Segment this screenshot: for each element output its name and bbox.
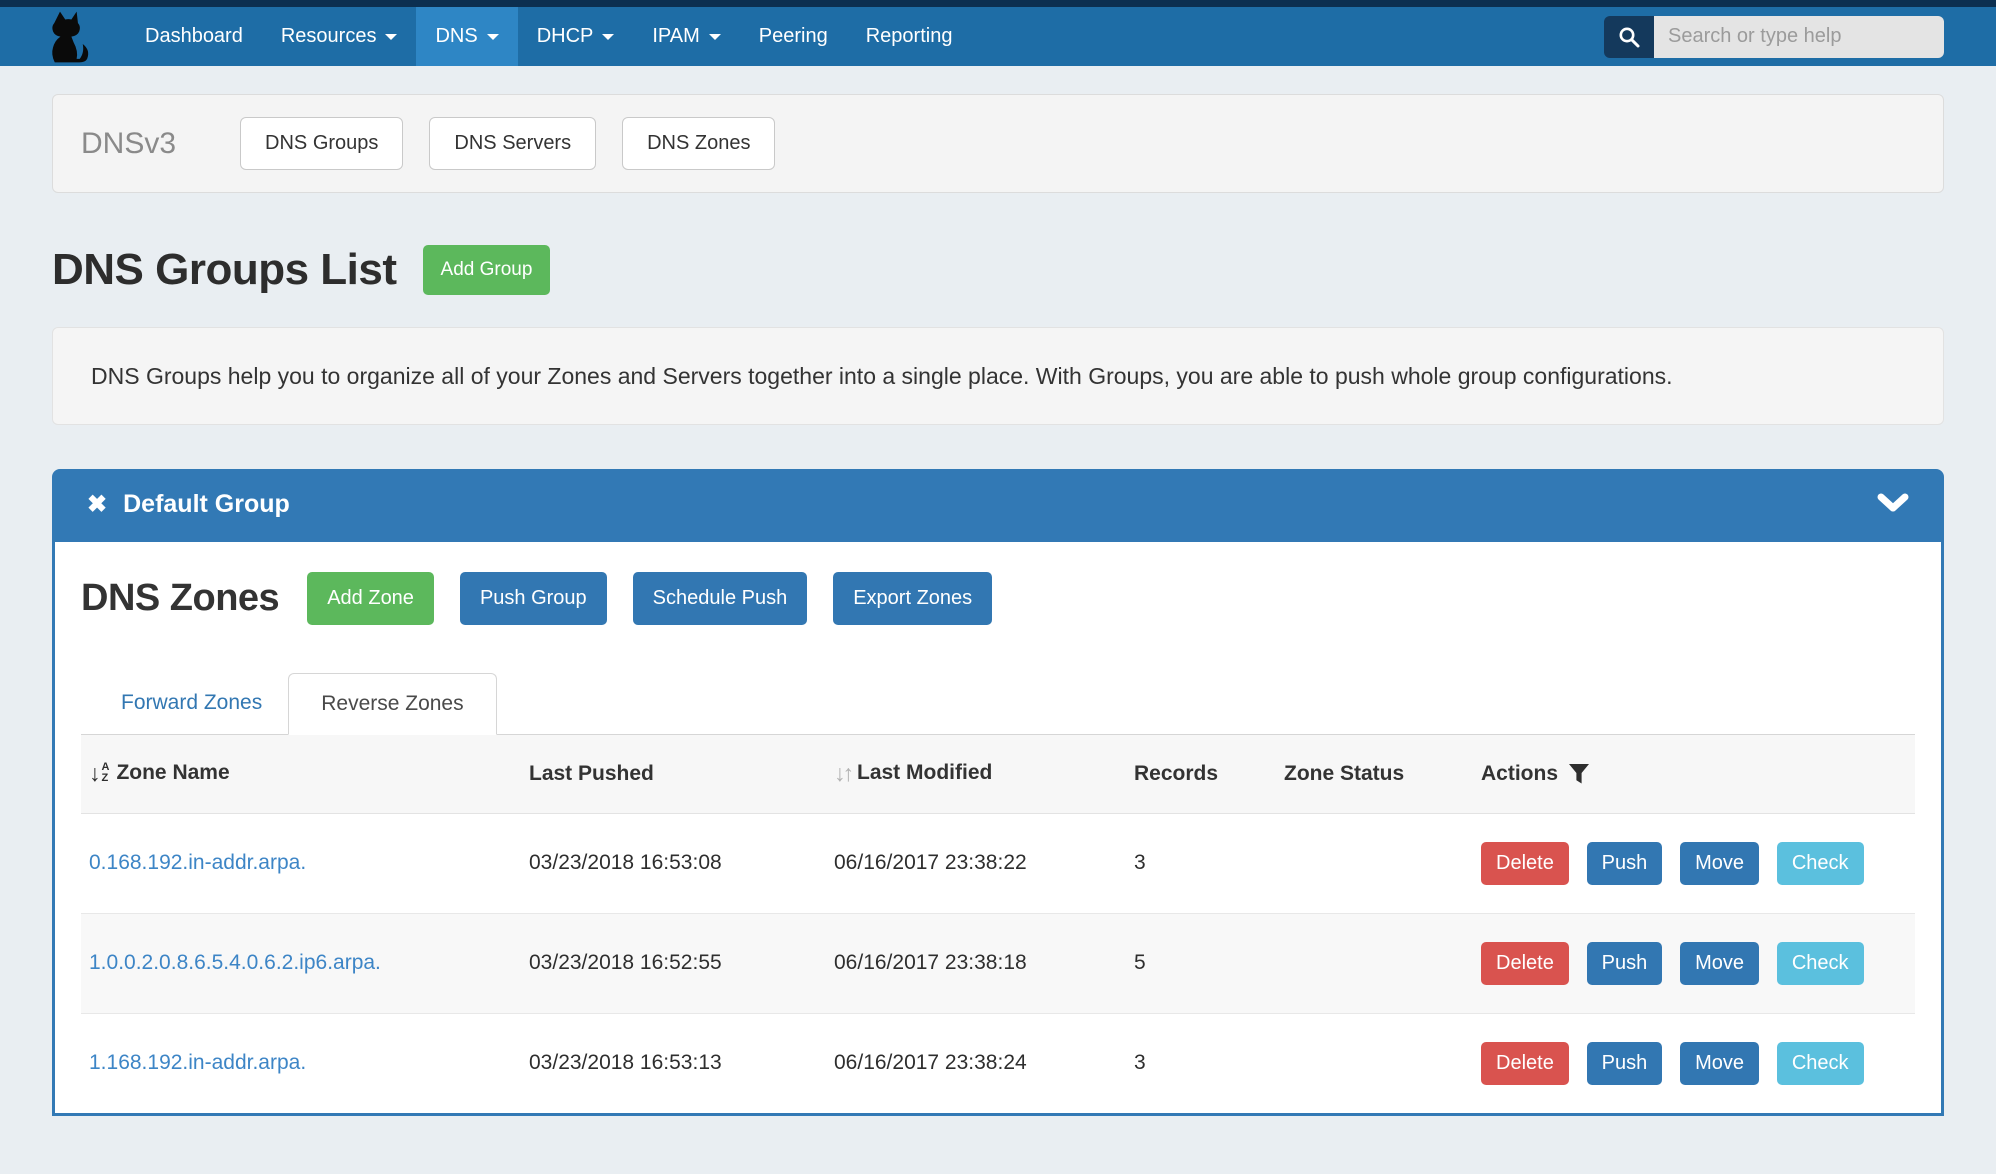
- zone-status-value: [1276, 813, 1473, 913]
- search-button[interactable]: [1604, 16, 1654, 58]
- group-card-header[interactable]: ✖ Default Group: [55, 472, 1941, 542]
- nav-item[interactable]: Resources: [262, 7, 417, 66]
- schedule-push-button[interactable]: Schedule Push: [633, 572, 808, 625]
- zones-tabs: Forward Zones Reverse Zones: [81, 673, 1915, 735]
- nav-item-label: Resources: [281, 25, 377, 48]
- default-group-card: ✖ Default Group DNS Zones Add Zone Push …: [52, 469, 1944, 1116]
- push-button[interactable]: Push: [1587, 942, 1663, 985]
- description-panel: DNS Groups help you to organize all of y…: [52, 327, 1944, 425]
- nav-item[interactable]: DNS: [416, 7, 517, 66]
- nav-item[interactable]: IPAM: [633, 7, 739, 66]
- col-records[interactable]: Records: [1126, 735, 1276, 813]
- push-group-button[interactable]: Push Group: [460, 572, 607, 625]
- delete-button[interactable]: Delete: [1481, 842, 1569, 885]
- col-zone-status[interactable]: Zone Status: [1276, 735, 1473, 813]
- push-button[interactable]: Push: [1587, 842, 1663, 885]
- move-button[interactable]: Move: [1680, 842, 1759, 885]
- caret-down-icon: [602, 34, 614, 40]
- app-logo[interactable]: [0, 7, 126, 66]
- nav-item-label: Peering: [759, 25, 828, 48]
- records-count: 3: [1126, 1013, 1276, 1113]
- last-modified-value: 06/16/2017 23:38:22: [826, 813, 1126, 913]
- sort-alpha-icon[interactable]: ↓ A Z: [89, 762, 109, 785]
- dnsv3-subnav: DNSv3 DNS Groups DNS Servers DNS Zones: [52, 94, 1944, 193]
- nav-item-label: IPAM: [652, 25, 699, 48]
- nav-item[interactable]: Peering: [740, 7, 847, 66]
- nav-item[interactable]: DHCP: [518, 7, 634, 66]
- col-last-pushed[interactable]: Last Pushed: [521, 735, 826, 813]
- caret-down-icon: [385, 34, 397, 40]
- zone-row: 1.0.0.2.0.8.6.5.4.0.6.2.ip6.arpa. 03/23/…: [81, 913, 1915, 1013]
- check-button[interactable]: Check: [1777, 1042, 1864, 1085]
- check-button[interactable]: Check: [1777, 942, 1864, 985]
- zone-row: 1.168.192.in-addr.arpa. 03/23/2018 16:53…: [81, 1013, 1915, 1113]
- subnav-button[interactable]: DNS Groups: [240, 117, 403, 170]
- add-zone-button[interactable]: Add Zone: [307, 572, 434, 625]
- cat-logo-icon: [38, 9, 96, 65]
- filter-icon[interactable]: [1568, 762, 1590, 786]
- records-count: 5: [1126, 913, 1276, 1013]
- nav-item-label: Reporting: [866, 25, 953, 48]
- check-button[interactable]: Check: [1777, 842, 1864, 885]
- search-input[interactable]: [1654, 16, 1944, 58]
- zone-status-value: [1276, 1013, 1473, 1113]
- subnav-button[interactable]: DNS Zones: [622, 117, 775, 170]
- nav-item-label: DNS: [435, 25, 477, 48]
- last-pushed-value: 03/23/2018 16:53:13: [521, 1013, 826, 1113]
- add-group-button[interactable]: Add Group: [423, 245, 551, 295]
- last-pushed-value: 03/23/2018 16:53:08: [521, 813, 826, 913]
- col-last-modified[interactable]: ↓↑ Last Modified: [826, 735, 1126, 813]
- records-count: 3: [1126, 813, 1276, 913]
- zone-row: 0.168.192.in-addr.arpa. 03/23/2018 16:53…: [81, 813, 1915, 913]
- page-title: DNS Groups List: [52, 245, 397, 295]
- export-zones-button[interactable]: Export Zones: [833, 572, 992, 625]
- last-modified-value: 06/16/2017 23:38:18: [826, 913, 1126, 1013]
- zones-tab[interactable]: Reverse Zones: [288, 673, 496, 735]
- main-nav: Dashboard Resources DNS DHCP IPAM: [126, 7, 971, 66]
- nav-item-label: DHCP: [537, 25, 594, 48]
- last-modified-value: 06/16/2017 23:38:24: [826, 1013, 1126, 1113]
- subnav-title: DNSv3: [81, 127, 176, 161]
- zones-section-title: DNS Zones: [81, 577, 279, 620]
- zones-head: DNS Zones Add Zone Push Group Schedule P…: [81, 572, 1915, 625]
- last-pushed-value: 03/23/2018 16:52:55: [521, 913, 826, 1013]
- delete-button[interactable]: Delete: [1481, 1042, 1569, 1085]
- chevron-down-icon: [1877, 493, 1909, 515]
- nav-item-label: Dashboard: [145, 25, 243, 48]
- zones-tab[interactable]: Forward Zones: [95, 673, 288, 734]
- nav-item[interactable]: Reporting: [847, 7, 972, 66]
- zones-table: ↓ A Z Zone Name Last Pushed: [81, 735, 1915, 1113]
- caret-down-icon: [709, 34, 721, 40]
- group-title: Default Group: [123, 490, 290, 519]
- subnav-button[interactable]: DNS Servers: [429, 117, 596, 170]
- zone-name-link[interactable]: 0.168.192.in-addr.arpa.: [89, 851, 306, 874]
- col-actions[interactable]: Actions: [1473, 735, 1915, 813]
- move-button[interactable]: Move: [1680, 1042, 1759, 1085]
- nav-item[interactable]: Dashboard: [126, 7, 262, 66]
- close-icon[interactable]: ✖: [87, 490, 107, 519]
- caret-down-icon: [487, 34, 499, 40]
- zone-name-link[interactable]: 1.0.0.2.0.8.6.5.4.0.6.2.ip6.arpa.: [89, 951, 381, 974]
- page-head: DNS Groups List Add Group: [52, 245, 1944, 295]
- collapse-button[interactable]: [1877, 493, 1909, 515]
- zone-status-value: [1276, 913, 1473, 1013]
- zones-table-header-row: ↓ A Z Zone Name Last Pushed: [81, 735, 1915, 813]
- group-card-body: DNS Zones Add Zone Push Group Schedule P…: [55, 542, 1941, 1113]
- zone-name-link[interactable]: 1.168.192.in-addr.arpa.: [89, 1051, 306, 1074]
- move-button[interactable]: Move: [1680, 942, 1759, 985]
- top-navbar: Dashboard Resources DNS DHCP IPAM: [0, 0, 1996, 66]
- sort-updown-icon[interactable]: ↓↑: [834, 762, 851, 785]
- search-icon: [1617, 25, 1641, 49]
- global-search: [1604, 16, 1944, 58]
- col-zone-name[interactable]: ↓ A Z Zone Name: [81, 735, 521, 813]
- push-button[interactable]: Push: [1587, 1042, 1663, 1085]
- description-text: DNS Groups help you to organize all of y…: [91, 356, 1821, 396]
- delete-button[interactable]: Delete: [1481, 942, 1569, 985]
